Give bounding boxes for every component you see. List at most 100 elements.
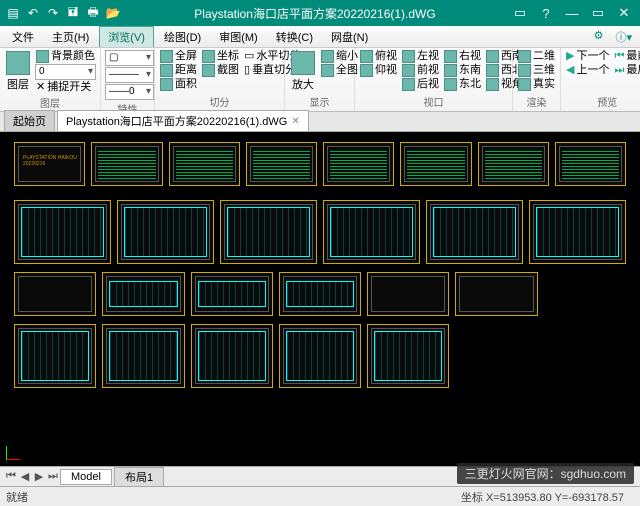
bgcolor-button[interactable]: 背景颜色 <box>35 50 96 63</box>
linetype-combo[interactable]: ——— <box>105 67 154 83</box>
thumb[interactable] <box>323 142 394 186</box>
close-icon[interactable]: ✕ <box>612 3 636 23</box>
ribbon-drop-icon[interactable]: ▭ <box>508 3 532 23</box>
fullscreen-button[interactable]: 全屏 <box>159 50 198 63</box>
zoomout-button[interactable]: 缩小 <box>320 50 359 63</box>
thumb[interactable] <box>220 200 317 264</box>
layer-button[interactable]: 图层 <box>4 50 32 93</box>
layer-combo[interactable]: 0 <box>35 64 96 80</box>
se-view-button[interactable]: 东南 <box>443 64 482 77</box>
thumb[interactable] <box>102 272 184 316</box>
thumb-row-1: PLAYSTATION HAIKOU20220216 <box>0 132 640 196</box>
tab-nav-prev-icon[interactable]: ◀ <box>18 470 32 483</box>
zoomin-button[interactable]: 放大 <box>289 50 317 93</box>
ne-view-button[interactable]: 东北 <box>443 78 482 91</box>
undo-icon[interactable]: ↶ <box>24 4 42 22</box>
thumb[interactable] <box>400 142 471 186</box>
group-label: 渲染 <box>517 93 556 109</box>
thumb[interactable] <box>426 200 523 264</box>
settings-icon[interactable]: ⚙ <box>590 27 608 47</box>
back-view-button[interactable]: 后视 <box>401 78 440 91</box>
thumb[interactable]: PLAYSTATION HAIKOU20220216 <box>14 142 85 186</box>
tab-close-icon[interactable]: ✕ <box>291 116 299 127</box>
print-icon[interactable]: 🖶 <box>84 4 102 22</box>
tab-nav-first-icon[interactable]: ⏮ <box>4 470 18 483</box>
menu-file[interactable]: 文件 <box>4 27 42 47</box>
front-view-button[interactable]: 前视 <box>401 64 440 77</box>
ribbon-group-preview: ▶下一个 ◀上一个 ⏮最前 ⏭最后 预览 <box>561 48 640 111</box>
drawing-canvas[interactable]: PLAYSTATION HAIKOU20220216 <box>0 132 640 466</box>
status-bar: 就绪 坐标 X=513953.80 Y=-693178.57 <box>0 486 640 506</box>
capture-toggle[interactable]: ✕捕捉开关 <box>35 81 96 94</box>
open-icon[interactable]: 📂 <box>104 4 122 22</box>
wire2d-button[interactable]: 二维 <box>517 50 556 63</box>
thumb[interactable] <box>478 142 549 186</box>
tab-model[interactable]: Model <box>60 469 112 485</box>
info-icon[interactable]: ⓘ▾ <box>611 27 636 47</box>
real-button[interactable]: 真实 <box>517 78 556 91</box>
app-menu-icon[interactable]: ▤ <box>4 4 22 22</box>
menu-home[interactable]: 主页(H) <box>44 27 97 47</box>
tab-start[interactable]: 起始页 <box>4 110 55 131</box>
left-view-button[interactable]: 左视 <box>401 50 440 63</box>
thumb[interactable] <box>191 272 273 316</box>
thumb[interactable] <box>102 324 184 388</box>
menu-review[interactable]: 审图(M) <box>211 27 266 47</box>
thumb[interactable] <box>91 142 162 186</box>
minimize-icon[interactable]: — <box>560 3 584 23</box>
thumb-row-3 <box>0 268 640 320</box>
right-view-button[interactable]: 右视 <box>443 50 482 63</box>
bottom-view-button[interactable]: 仰视 <box>359 64 398 77</box>
menu-netdisk[interactable]: 网盘(N) <box>323 27 376 47</box>
ribbon-group-display: 放大 缩小 全图 显示 <box>285 48 355 111</box>
tab-nav-next-icon[interactable]: ▶ <box>32 470 46 483</box>
zoomall-button[interactable]: 全图 <box>320 64 359 77</box>
thumb[interactable] <box>169 142 240 186</box>
redo-icon[interactable]: ↷ <box>44 4 62 22</box>
thumb[interactable] <box>246 142 317 186</box>
maximize-icon[interactable]: ▭ <box>586 3 610 23</box>
save-icon[interactable]: 🖬 <box>64 4 82 22</box>
coord-button[interactable]: 坐标 <box>201 50 240 63</box>
thumb[interactable] <box>14 324 96 388</box>
thumb[interactable] <box>117 200 214 264</box>
menu-convert[interactable]: 转换(C) <box>268 27 321 47</box>
color-combo[interactable]: ▢ <box>105 50 154 66</box>
thumb[interactable] <box>367 324 449 388</box>
next-button[interactable]: ▶下一个 <box>565 50 610 63</box>
thumb[interactable] <box>367 272 449 316</box>
menu-view[interactable]: 浏览(V) <box>99 26 154 47</box>
thumb[interactable] <box>279 272 361 316</box>
tab-document[interactable]: Playstation海口店平面方案20220216(1).dWG✕ <box>57 110 309 131</box>
first-button[interactable]: ⏮最前 <box>613 50 640 63</box>
ribbon: 图层 背景颜色 0 ✕捕捉开关 图层 ▢ ——— ——0 特性 全屏 距离 面积 <box>0 48 640 112</box>
thumb[interactable] <box>455 272 537 316</box>
distance-button[interactable]: 距离 <box>159 64 198 77</box>
help-icon[interactable]: ? <box>534 3 558 23</box>
ribbon-group-props: ▢ ——— ——0 特性 <box>101 48 155 111</box>
thumb[interactable] <box>555 142 626 186</box>
tab-layout1[interactable]: 布局1 <box>114 467 164 487</box>
last-button[interactable]: ⏭最后 <box>613 64 640 77</box>
top-view-button[interactable]: 俯视 <box>359 50 398 63</box>
thumb[interactable] <box>323 200 420 264</box>
ribbon-group-layer: 图层 背景颜色 0 ✕捕捉开关 图层 <box>0 48 101 111</box>
tab-nav-last-icon[interactable]: ⏭ <box>46 470 60 483</box>
screenshot-button[interactable]: 截图 <box>201 64 240 77</box>
prev-button[interactable]: ◀上一个 <box>565 64 610 77</box>
quick-access-toolbar: ▤ ↶ ↷ 🖬 🖶 📂 <box>4 4 122 22</box>
wire3d-button[interactable]: 三维 <box>517 64 556 77</box>
thumb[interactable] <box>279 324 361 388</box>
menu-bar: 文件 主页(H) 浏览(V) 绘图(D) 审图(M) 转换(C) 网盘(N) ⚙… <box>0 26 640 48</box>
group-label: 显示 <box>289 93 350 109</box>
area-button[interactable]: 面积 <box>159 78 198 91</box>
thumb[interactable] <box>191 324 273 388</box>
thumb[interactable] <box>14 200 111 264</box>
thumb[interactable] <box>529 200 626 264</box>
lineweight-combo[interactable]: ——0 <box>105 84 154 100</box>
title-bar: ▤ ↶ ↷ 🖬 🖶 📂 Playstation海口店平面方案20220216(1… <box>0 0 640 26</box>
status-ready: 就绪 <box>6 489 28 505</box>
thumb[interactable] <box>14 272 96 316</box>
group-label: 切分 <box>159 93 280 109</box>
menu-draw[interactable]: 绘图(D) <box>156 27 209 47</box>
